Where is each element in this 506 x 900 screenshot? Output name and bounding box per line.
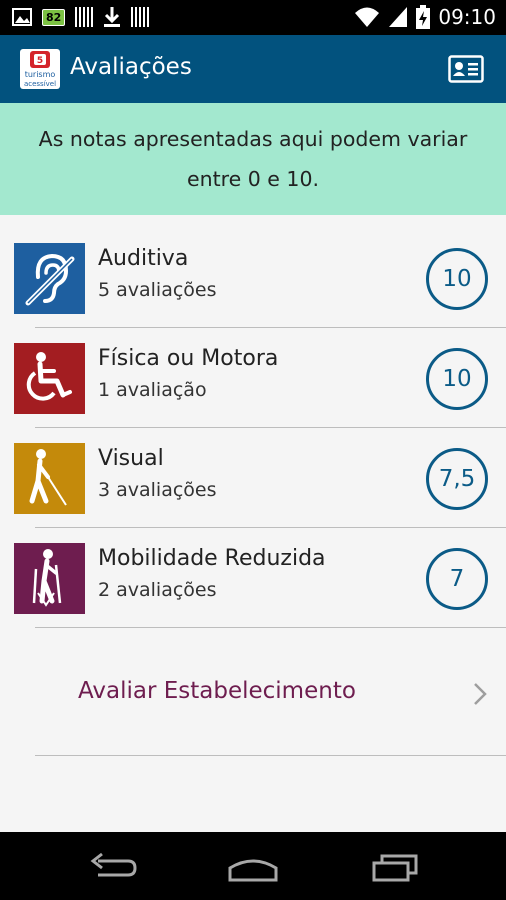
svg-text:acessível: acessível (24, 80, 56, 88)
wifi-icon (355, 7, 380, 27)
wheelchair-icon (14, 343, 85, 414)
rating-row-visual[interactable]: Visual 3 avaliações 7,5 (0, 415, 506, 515)
status-system: 09:10 (354, 5, 496, 29)
svg-text:turismo: turismo (25, 70, 56, 79)
image-icon (12, 8, 32, 26)
ratings-list: Auditiva 5 avaliações 10 Física ou Motor… (0, 215, 506, 832)
status-time: 09:10 (438, 5, 496, 29)
blind-person-icon (14, 443, 85, 514)
info-text: As notas apresentadas aqui podem variar … (38, 127, 468, 191)
download-icon (104, 7, 121, 27)
rating-row-mobilidade[interactable]: Mobilidade Reduzida 2 avaliações 7 (0, 515, 506, 615)
score-badge: 10 (426, 248, 488, 310)
signal-icon (389, 7, 408, 27)
battery-charging-icon (416, 5, 431, 29)
rating-title: Visual (98, 446, 164, 471)
rating-count: 5 avaliações (98, 279, 217, 301)
back-icon (90, 852, 137, 877)
status-notifications: 82 (12, 6, 150, 28)
barcode-icon (131, 7, 150, 27)
score-badge: 7 (426, 548, 488, 610)
crutches-icon (14, 543, 85, 614)
hearing-impaired-icon (14, 243, 85, 314)
rate-establishment-button[interactable]: Avaliar Estabelecimento (0, 645, 506, 745)
app-bar: 5 turismo acessível Avaliações (0, 35, 506, 103)
divider (35, 627, 506, 628)
chevron-right-icon (474, 683, 487, 705)
score-badge: 10 (426, 348, 488, 410)
recent-apps-icon (372, 854, 418, 882)
rating-title: Física ou Motora (98, 346, 279, 371)
rating-title: Mobilidade Reduzida (98, 546, 326, 571)
page-title: Avaliações (70, 54, 192, 80)
info-banner: As notas apresentadas aqui podem variar … (0, 103, 506, 215)
rating-title: Auditiva (98, 246, 189, 271)
rating-count: 3 avaliações (98, 479, 217, 501)
home-icon (228, 859, 278, 882)
status-bar: 82 09:10 (0, 0, 506, 35)
score-badge: 7,5 (426, 448, 488, 510)
rate-establishment-label: Avaliar Estabelecimento (78, 678, 356, 704)
rating-row-auditiva[interactable]: Auditiva 5 avaliações 10 (0, 215, 506, 315)
id-card-button[interactable] (448, 55, 484, 83)
rating-row-fisica[interactable]: Física ou Motora 1 avaliação 10 (0, 315, 506, 415)
divider (35, 755, 506, 756)
back-button[interactable] (88, 850, 140, 884)
home-button[interactable] (227, 850, 279, 884)
rating-count: 1 avaliação (98, 379, 207, 401)
rating-count: 2 avaliações (98, 579, 217, 601)
svg-text:5: 5 (37, 56, 43, 66)
recent-apps-button[interactable] (370, 850, 422, 884)
battery-badge-icon: 82 (42, 8, 66, 26)
navigation-bar (0, 832, 506, 900)
barcode-icon (75, 7, 94, 27)
app-logo: 5 turismo acessível (20, 49, 60, 89)
id-card-icon (448, 55, 484, 83)
